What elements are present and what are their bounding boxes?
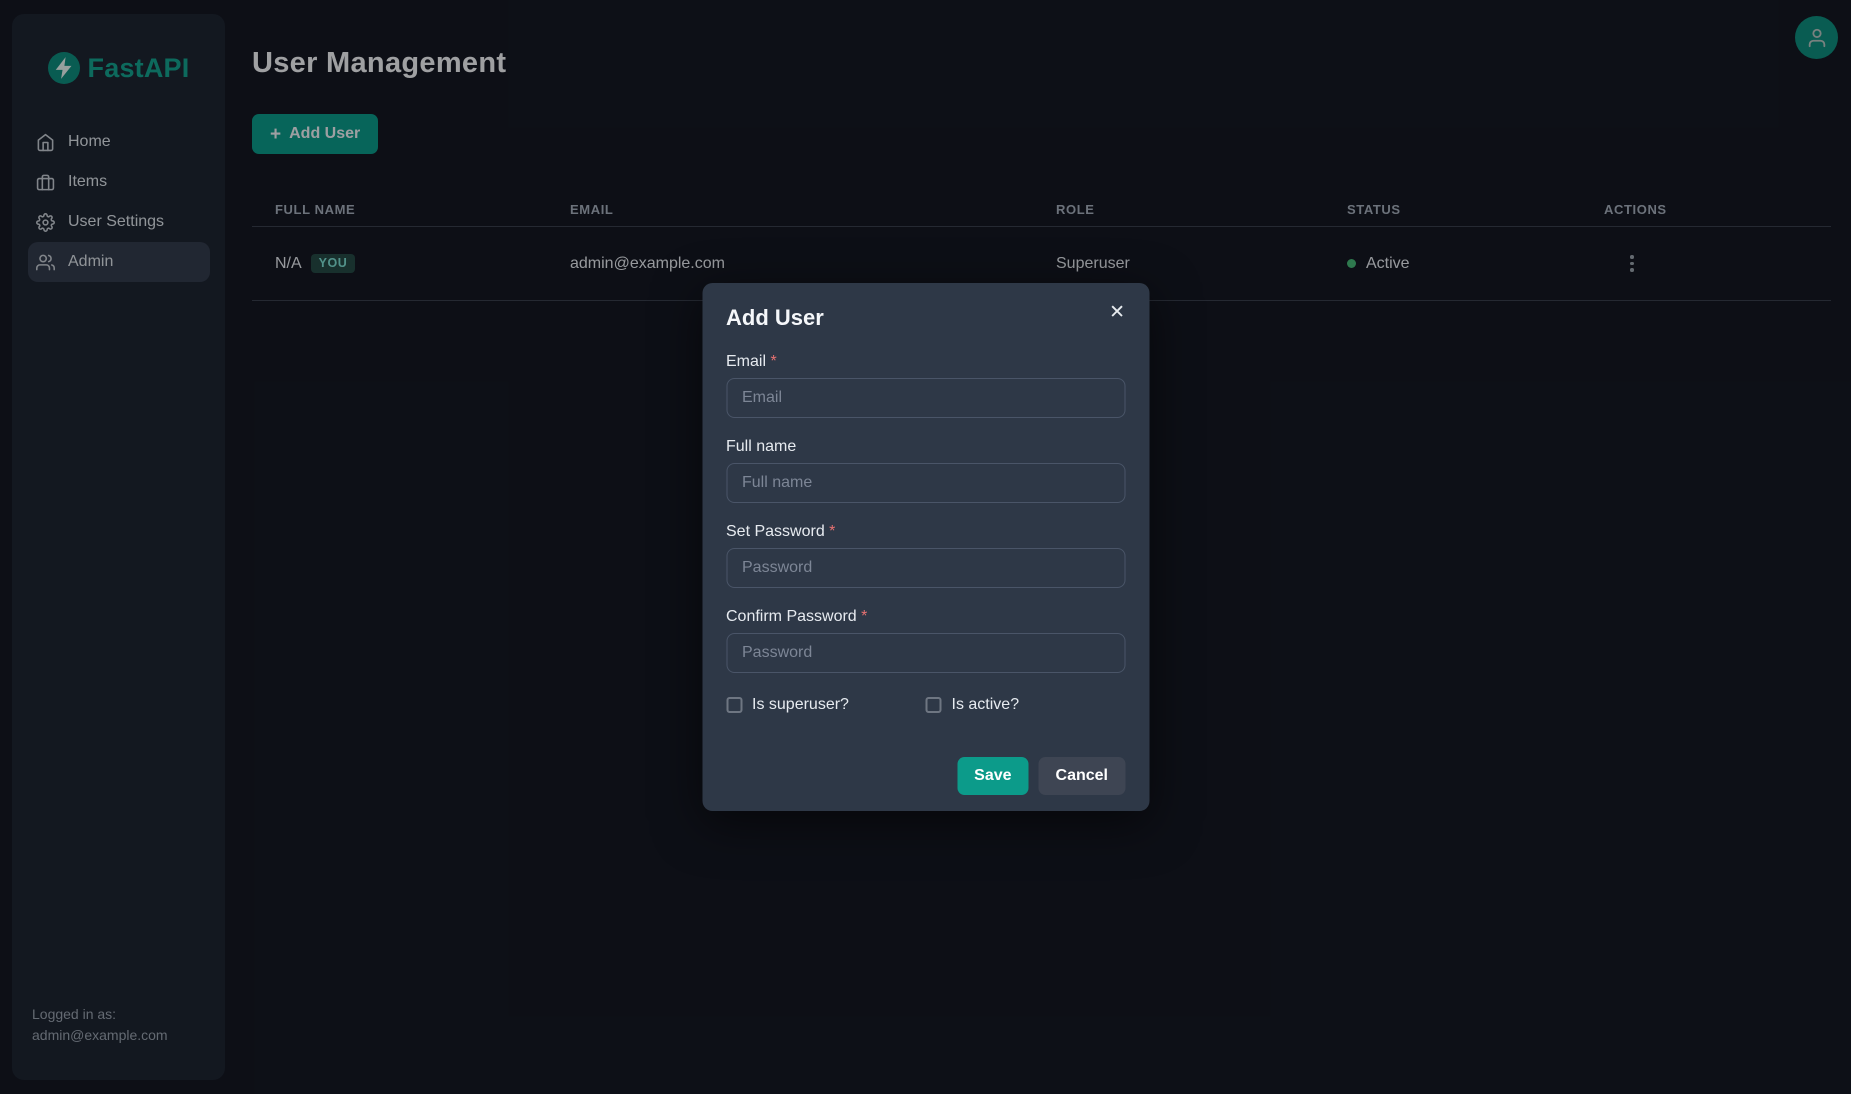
full-name-field[interactable] <box>726 463 1125 503</box>
modal-body: Email * Full name Set Password * Confirm… <box>726 353 1125 795</box>
is-superuser-label: Is superuser? <box>752 696 849 714</box>
is-active-label: Is active? <box>952 696 1020 714</box>
full-name-field-group: Full name <box>726 438 1125 503</box>
checkbox-icon <box>726 697 742 713</box>
email-label: Email * <box>726 353 1125 371</box>
full-name-label: Full name <box>726 438 1125 456</box>
is-active-checkbox[interactable]: Is active? <box>926 696 1126 714</box>
close-icon[interactable]: ✕ <box>1103 299 1131 326</box>
save-button[interactable]: Save <box>957 757 1028 795</box>
add-user-modal: Add User ✕ Email * Full name Set Passwor… <box>702 283 1149 811</box>
required-marker: * <box>857 608 868 625</box>
email-field-group: Email * <box>726 353 1125 418</box>
required-marker: * <box>766 353 777 370</box>
required-marker: * <box>825 523 836 540</box>
is-superuser-checkbox[interactable]: Is superuser? <box>726 696 926 714</box>
checkbox-icon <box>926 697 942 713</box>
set-password-field-group: Set Password * <box>726 523 1125 588</box>
modal-title: Add User <box>726 305 1125 331</box>
checkbox-row: Is superuser? Is active? <box>726 696 1125 714</box>
confirm-password-label: Confirm Password * <box>726 608 1125 626</box>
modal-footer: Save Cancel <box>726 757 1125 795</box>
email-field[interactable] <box>726 378 1125 418</box>
cancel-button[interactable]: Cancel <box>1039 757 1125 795</box>
confirm-password-field[interactable] <box>726 633 1125 673</box>
confirm-password-field-group: Confirm Password * <box>726 608 1125 673</box>
set-password-field[interactable] <box>726 548 1125 588</box>
set-password-label: Set Password * <box>726 523 1125 541</box>
